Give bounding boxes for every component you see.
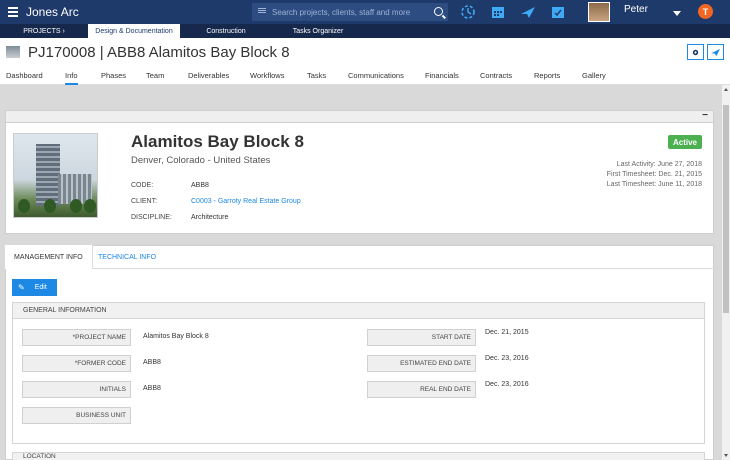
- project-name: Alamitos Bay Block 8: [131, 132, 304, 151]
- section-nav: PROJECTS › Design & Documentation Constr…: [0, 24, 730, 38]
- top-navbar: Jones Arc Search projects, clients, staf…: [0, 0, 730, 24]
- status-badge: Active: [668, 135, 702, 149]
- project-name-value: Alamitos Bay Block 8: [143, 333, 209, 340]
- tab-info[interactable]: Info: [65, 71, 78, 85]
- timer-icon[interactable]: [460, 4, 476, 20]
- tab-communications[interactable]: Communications: [348, 71, 404, 80]
- discipline-value: Architecture: [191, 214, 229, 221]
- user-name[interactable]: Peter: [624, 4, 648, 15]
- business-unit-label: BUSINESS UNIT: [22, 407, 131, 424]
- project-photo[interactable]: [13, 133, 98, 218]
- real-end-date-label: REAL END DATE: [367, 381, 476, 398]
- tab-deliverables[interactable]: Deliverables: [188, 71, 229, 80]
- scroll-down-icon[interactable]: [724, 454, 728, 457]
- code-value: ABB8: [191, 182, 209, 189]
- real-end-date-value: Dec. 23, 2016: [485, 381, 529, 388]
- last-activity: Last Activity: June 27, 2018: [616, 161, 702, 168]
- search-icon[interactable]: [434, 7, 443, 16]
- start-date-label: START DATE: [367, 329, 476, 346]
- project-thumbnail-icon: [6, 46, 20, 58]
- tab-tasks-organizer[interactable]: Tasks Organizer: [272, 24, 364, 38]
- tab-workflows[interactable]: Workflows: [250, 71, 284, 80]
- management-tabs: MANAGEMENT INFO TECHNICAL INFO: [5, 245, 714, 269]
- first-timesheet: First Timesheet: Dec. 21, 2015: [606, 171, 702, 178]
- client-link[interactable]: C0003 - Garroty Real Estate Group: [191, 198, 301, 205]
- summary-card-header: −: [5, 110, 714, 123]
- last-timesheet: Last Timesheet: June 11, 2018: [606, 181, 702, 188]
- settings-button[interactable]: [687, 44, 704, 60]
- chevron-down-icon[interactable]: [673, 11, 681, 16]
- tab-contracts[interactable]: Contracts: [480, 71, 512, 80]
- estimated-end-date-value: Dec. 23, 2016: [485, 355, 529, 362]
- tab-construction[interactable]: Construction: [180, 24, 272, 38]
- scroll-up-icon[interactable]: [724, 88, 728, 91]
- scrollbar[interactable]: [722, 85, 730, 460]
- menu-icon[interactable]: [8, 7, 18, 17]
- projects-menu[interactable]: PROJECTS ›: [0, 24, 88, 38]
- tab-design-documentation[interactable]: Design & Documentation: [88, 24, 180, 38]
- scroll-thumb[interactable]: [723, 105, 729, 313]
- send-icon[interactable]: [520, 4, 536, 20]
- client-label: CLIENT:: [131, 198, 158, 205]
- gear-icon: [692, 49, 699, 55]
- list-icon: [258, 8, 266, 16]
- tab-phases[interactable]: Phases: [101, 71, 126, 80]
- former-code-value: ABB8: [143, 359, 161, 366]
- tab-tasks[interactable]: Tasks: [307, 71, 326, 80]
- calendar-check-icon[interactable]: [550, 4, 566, 20]
- tab-technical-info[interactable]: TECHNICAL INFO: [89, 245, 165, 269]
- edit-label: Edit: [34, 284, 47, 291]
- avatar[interactable]: [588, 2, 610, 22]
- discipline-label: DISCIPLINE:: [131, 214, 172, 221]
- pencil-icon: ✎: [18, 283, 25, 292]
- app-brand[interactable]: Jones Arc: [26, 5, 226, 19]
- top-icons: [460, 4, 566, 20]
- tab-financials[interactable]: Financials: [425, 71, 459, 80]
- brand-logo-icon[interactable]: T: [698, 4, 713, 19]
- send-icon: [711, 48, 720, 56]
- section-title: GENERAL INFORMATION: [12, 302, 705, 319]
- tab-dashboard[interactable]: Dashboard: [6, 71, 43, 80]
- location-section-header: LOCATION: [12, 452, 705, 460]
- code-label: CODE:: [131, 182, 154, 189]
- collapse-icon[interactable]: −: [699, 111, 711, 122]
- tab-reports[interactable]: Reports: [534, 71, 560, 80]
- initials-value: ABB8: [143, 385, 161, 392]
- project-location: Denver, Colorado - United States: [131, 155, 271, 166]
- initials-label: INITIALS: [22, 381, 131, 398]
- project-name-label: *PROJECT NAME: [22, 329, 131, 346]
- edit-button[interactable]: ✎ Edit: [12, 279, 57, 296]
- share-button[interactable]: [707, 44, 724, 60]
- search-placeholder: Search projects, clients, staff and more: [272, 7, 411, 17]
- project-tabs: Dashboard Info Phases Team Deliverables …: [0, 68, 730, 85]
- estimated-end-date-label: ESTIMATED END DATE: [367, 355, 476, 372]
- tab-team[interactable]: Team: [146, 71, 164, 80]
- project-header: PJ170008 | ABB8 Alamitos Bay Block 8: [0, 38, 730, 68]
- start-date-value: Dec. 21, 2015: [485, 329, 529, 336]
- page-title: PJ170008 | ABB8 Alamitos Bay Block 8: [28, 44, 290, 61]
- tab-gallery[interactable]: Gallery: [582, 71, 606, 80]
- former-code-label: *FORMER CODE: [22, 355, 131, 372]
- calendar-icon[interactable]: [490, 4, 506, 20]
- tab-management-info[interactable]: MANAGEMENT INFO: [5, 245, 93, 269]
- search-input[interactable]: Search projects, clients, staff and more: [252, 3, 448, 21]
